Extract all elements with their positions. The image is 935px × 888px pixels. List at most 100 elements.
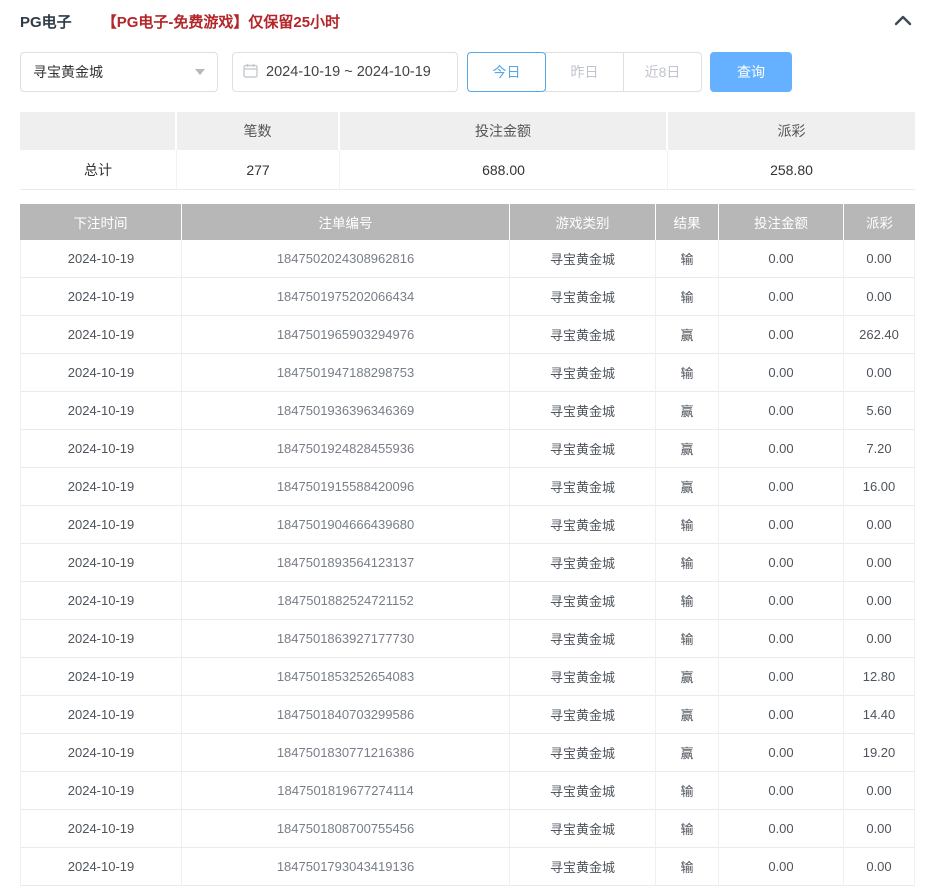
bet-time-cell: 2024-10-19	[20, 810, 182, 848]
payout-cell: 16.00	[844, 468, 915, 506]
game-category-cell: 寻宝黄金城	[510, 658, 656, 696]
result-cell: 输	[656, 848, 719, 886]
payout-cell: 0.00	[844, 506, 915, 544]
bet-time-cell: 2024-10-19	[20, 848, 182, 886]
result-cell: 输	[656, 772, 719, 810]
result-cell: 输	[656, 506, 719, 544]
summary-header-bet-amount: 投注金额	[340, 112, 668, 150]
date-range-value: 2024-10-19 ~ 2024-10-19	[266, 64, 431, 80]
payout-cell: 0.00	[844, 772, 915, 810]
game-category-cell: 寻宝黄金城	[510, 848, 656, 886]
calendar-icon	[243, 63, 258, 82]
col-header-bet-id: 注单编号	[182, 204, 510, 240]
bet-time-cell: 2024-10-19	[20, 468, 182, 506]
bet-id-cell: 1847501924828455936	[182, 430, 510, 468]
today-button[interactable]: 今日	[467, 52, 546, 92]
payout-cell: 0.00	[844, 354, 915, 392]
game-category-cell: 寻宝黄金城	[510, 582, 656, 620]
bet-time-cell: 2024-10-19	[20, 354, 182, 392]
game-category-cell: 寻宝黄金城	[510, 354, 656, 392]
yesterday-button[interactable]: 昨日	[545, 52, 624, 92]
result-cell: 赢	[656, 658, 719, 696]
bet-amount-cell: 0.00	[719, 240, 844, 278]
result-cell: 赢	[656, 696, 719, 734]
table-row: 2024-10-19 1847501882524721152 寻宝黄金城 输 0…	[20, 582, 915, 620]
payout-cell: 262.40	[844, 316, 915, 354]
table-row: 2024-10-19 1847501965903294976 寻宝黄金城 赢 0…	[20, 316, 915, 354]
summary-total-row: 总计 277 688.00 258.80	[20, 150, 915, 190]
table-row: 2024-10-19 1847501904666439680 寻宝黄金城 输 0…	[20, 506, 915, 544]
page-title: PG电子	[20, 11, 72, 32]
date-range-picker[interactable]: 2024-10-19 ~ 2024-10-19	[232, 52, 458, 92]
bet-id-cell: 1847502024308962816	[182, 240, 510, 278]
game-category-cell: 寻宝黄金城	[510, 772, 656, 810]
summary-header-count: 笔数	[177, 112, 340, 150]
result-cell: 输	[656, 810, 719, 848]
payout-cell: 0.00	[844, 810, 915, 848]
result-cell: 赢	[656, 430, 719, 468]
payout-cell: 0.00	[844, 848, 915, 886]
bet-time-cell: 2024-10-19	[20, 316, 182, 354]
game-category-cell: 寻宝黄金城	[510, 468, 656, 506]
bet-id-cell: 1847501904666439680	[182, 506, 510, 544]
bet-id-cell: 1847501853252654083	[182, 658, 510, 696]
payout-cell: 0.00	[844, 544, 915, 582]
summary-bet-amount-value: 688.00	[340, 150, 668, 190]
bet-id-cell: 1847501882524721152	[182, 582, 510, 620]
bet-amount-cell: 0.00	[719, 506, 844, 544]
summary-table: 笔数 投注金额 派彩 总计 277 688.00 258.80	[20, 112, 915, 190]
chevron-up-icon	[894, 14, 912, 29]
result-cell: 赢	[656, 392, 719, 430]
bet-amount-cell: 0.00	[719, 544, 844, 582]
table-row: 2024-10-19 1847501819677274114 寻宝黄金城 输 0…	[20, 772, 915, 810]
game-select[interactable]: 寻宝黄金城	[20, 52, 218, 92]
game-category-cell: 寻宝黄金城	[510, 544, 656, 582]
bet-id-cell: 1847501893564123137	[182, 544, 510, 582]
table-row: 2024-10-19 1847501853252654083 寻宝黄金城 赢 0…	[20, 658, 915, 696]
bet-amount-cell: 0.00	[719, 468, 844, 506]
bet-table-header-row: 下注时间 注单编号 游戏类别 结果 投注金额 派彩	[20, 204, 915, 240]
result-cell: 赢	[656, 468, 719, 506]
bet-amount-cell: 0.00	[719, 316, 844, 354]
bet-time-cell: 2024-10-19	[20, 658, 182, 696]
bet-time-cell: 2024-10-19	[20, 620, 182, 658]
collapse-panel-button[interactable]	[891, 9, 915, 33]
table-row: 2024-10-19 1847501924828455936 寻宝黄金城 赢 0…	[20, 430, 915, 468]
game-category-cell: 寻宝黄金城	[510, 696, 656, 734]
bet-id-cell: 1847501793043419136	[182, 848, 510, 886]
payout-cell: 5.60	[844, 392, 915, 430]
table-row: 2024-10-19 1847501808700755456 寻宝黄金城 输 0…	[20, 810, 915, 848]
bet-records-table: 下注时间 注单编号 游戏类别 结果 投注金额 派彩 2024-10-19 184…	[20, 204, 915, 886]
game-category-cell: 寻宝黄金城	[510, 240, 656, 278]
table-row: 2024-10-19 1847502024308962816 寻宝黄金城 输 0…	[20, 240, 915, 278]
game-category-cell: 寻宝黄金城	[510, 810, 656, 848]
bet-id-cell: 1847501819677274114	[182, 772, 510, 810]
bet-amount-cell: 0.00	[719, 620, 844, 658]
summary-payout-value: 258.80	[668, 150, 915, 190]
bet-time-cell: 2024-10-19	[20, 544, 182, 582]
bet-id-cell: 1847501808700755456	[182, 810, 510, 848]
bet-amount-cell: 0.00	[719, 810, 844, 848]
game-category-cell: 寻宝黄金城	[510, 620, 656, 658]
result-cell: 输	[656, 544, 719, 582]
last-8-days-button[interactable]: 近8日	[623, 52, 702, 92]
bet-amount-cell: 0.00	[719, 734, 844, 772]
summary-header-payout: 派彩	[668, 112, 915, 150]
table-row: 2024-10-19 1847501840703299586 寻宝黄金城 赢 0…	[20, 696, 915, 734]
result-cell: 输	[656, 620, 719, 658]
payout-cell: 0.00	[844, 582, 915, 620]
bet-time-cell: 2024-10-19	[20, 392, 182, 430]
bet-id-cell: 1847501830771216386	[182, 734, 510, 772]
search-button[interactable]: 查询	[710, 52, 792, 92]
payout-cell: 19.20	[844, 734, 915, 772]
panel-header: PG电子 【PG电子-免费游戏】仅保留25小时	[20, 0, 915, 42]
bet-amount-cell: 0.00	[719, 696, 844, 734]
bet-id-cell: 1847501947188298753	[182, 354, 510, 392]
payout-cell: 14.40	[844, 696, 915, 734]
game-category-cell: 寻宝黄金城	[510, 430, 656, 468]
bet-time-cell: 2024-10-19	[20, 734, 182, 772]
bet-time-cell: 2024-10-19	[20, 582, 182, 620]
quick-range-group: 今日 昨日 近8日	[467, 52, 702, 92]
game-category-cell: 寻宝黄金城	[510, 506, 656, 544]
bet-time-cell: 2024-10-19	[20, 278, 182, 316]
